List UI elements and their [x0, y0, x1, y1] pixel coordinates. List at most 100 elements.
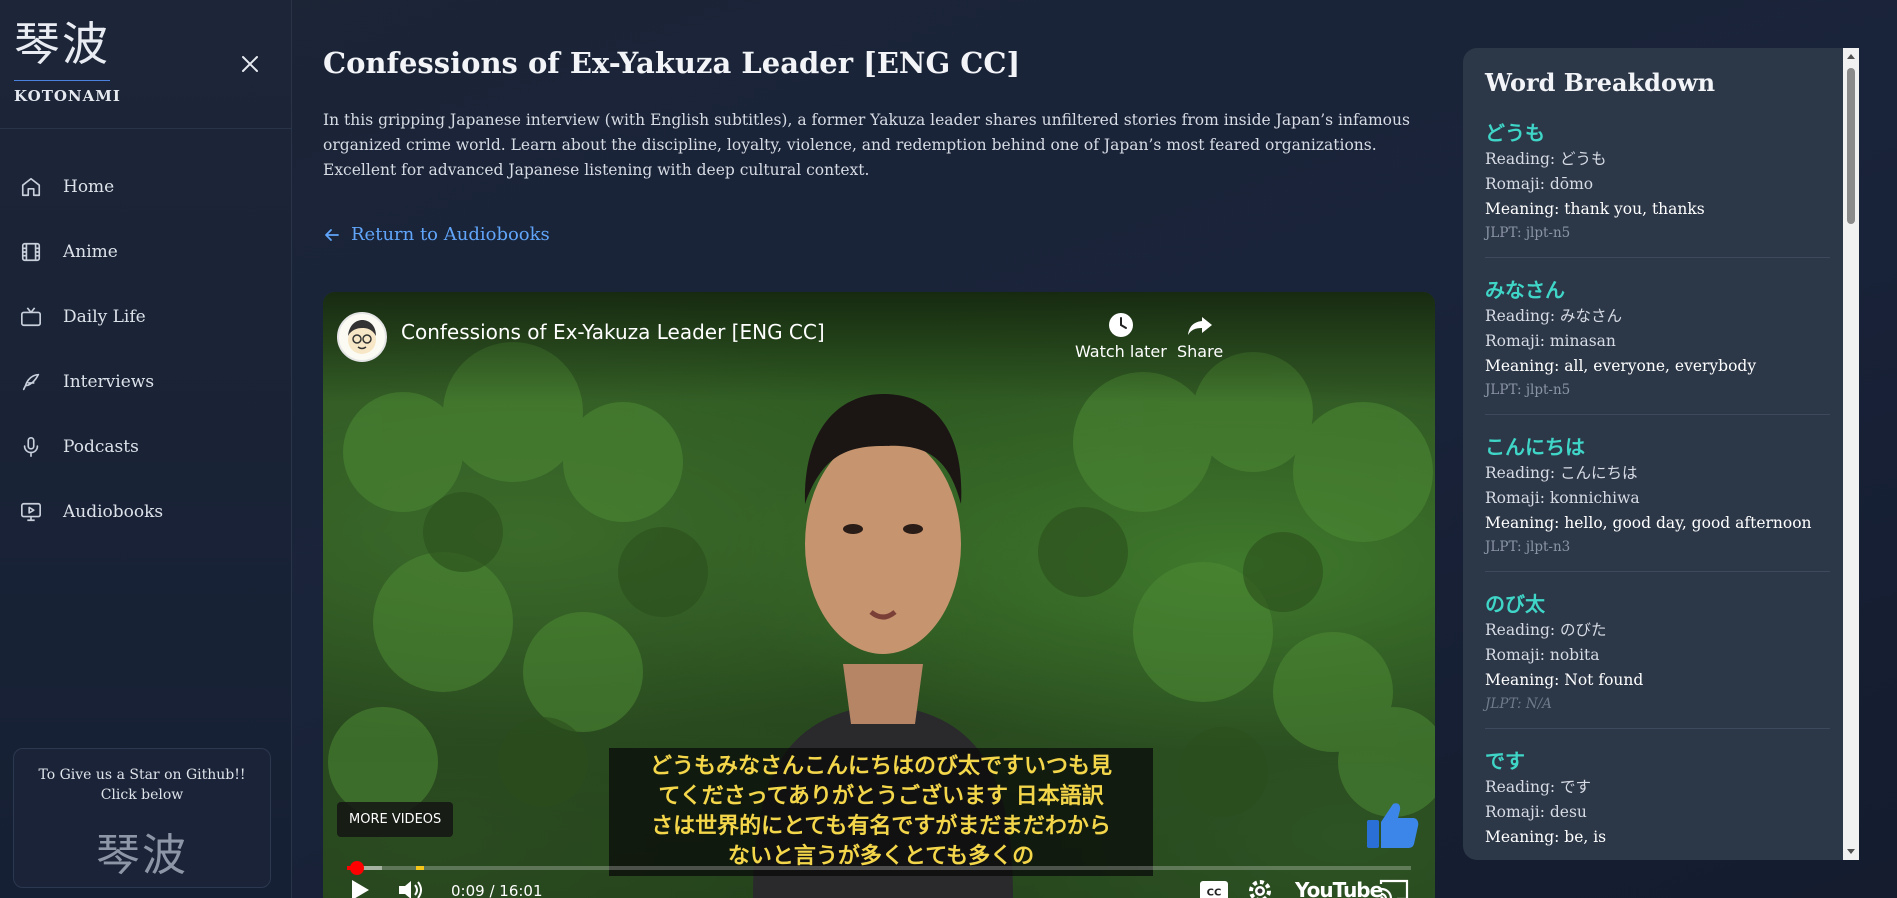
close-icon	[242, 56, 258, 72]
channel-avatar-icon	[348, 320, 376, 354]
settings-button[interactable]	[1247, 878, 1273, 898]
video-title[interactable]: Confessions of Ex-Yakuza Leader [ENG CC]	[401, 320, 825, 344]
svg-text:CC: CC	[1207, 888, 1222, 898]
gear-icon	[1249, 880, 1271, 898]
word-term: どうも	[1485, 121, 1545, 145]
channel-avatar[interactable]	[337, 312, 387, 362]
play-button[interactable]	[349, 878, 371, 898]
word-meaning: Meaning: hello, good day, good afternoon	[1485, 514, 1812, 532]
word-card[interactable]: どうも Reading: どうも Romaji: dōmo Meaning: t…	[1485, 119, 1830, 258]
monitor-play-icon	[18, 499, 44, 525]
star-card-logo[interactable]: 琴波	[14, 819, 270, 883]
word-reading: Reading: みなさん	[1485, 307, 1623, 325]
volume-button[interactable]	[397, 878, 425, 898]
microphone-feather-icon	[18, 369, 44, 395]
sidebar-item-label: Podcasts	[63, 436, 139, 457]
sidebar-item-home[interactable]: Home	[0, 154, 291, 219]
word-jlpt: JLPT: jlpt-n5	[1485, 225, 1571, 241]
page-title: Confessions of Ex-Yakuza Leader [ENG CC]	[323, 46, 1021, 80]
word-card[interactable]: のび太 Reading: のびた Romaji: nobita Meaning:…	[1485, 590, 1830, 729]
video-controls: 0:09 / 16:01 CC YouTube	[323, 876, 1435, 898]
word-meaning: Meaning: Not found	[1485, 671, 1644, 689]
word-reading: Reading: のびた	[1485, 621, 1607, 639]
word-card[interactable]: です Reading: です Romaji: desu Meaning: be,…	[1485, 747, 1830, 860]
brand-underline	[14, 80, 110, 81]
scroll-thumb[interactable]	[1847, 68, 1855, 224]
play-icon	[352, 880, 369, 898]
word-jlpt: JLPT: jlpt-n5	[1485, 382, 1571, 398]
return-link-label: Return to Audiobooks	[351, 224, 550, 245]
panel-scrollbar[interactable]	[1843, 48, 1859, 860]
word-term: みなさん	[1485, 278, 1565, 302]
watch-later-label: Watch later	[1075, 342, 1167, 361]
cast-icon	[1379, 879, 1409, 898]
word-jlpt: JLPT: N/A	[1485, 696, 1552, 712]
share-arrow-icon	[1188, 317, 1213, 335]
youtube-logo[interactable]: YouTube	[1295, 878, 1383, 898]
brand-logo-kanji: 琴波	[14, 17, 110, 71]
cast-button[interactable]	[1379, 878, 1409, 898]
video-top-overlay	[323, 292, 1435, 402]
word-breakdown-panel: Word Breakdown どうも Reading: どうも Romaji: …	[1463, 48, 1859, 860]
sidebar-item-label: Interviews	[63, 371, 155, 392]
progress-scrubber[interactable]	[350, 861, 364, 875]
sidebar-nav: Home Anime Daily Life Interviews Podcast…	[0, 154, 291, 544]
sidebar-item-label: Daily Life	[63, 306, 146, 327]
close-sidebar-button[interactable]	[236, 50, 264, 78]
word-term: こんにちは	[1485, 435, 1585, 459]
video-captions: どうもみなさんこんにちはのび太ですいつも見 てくださってありがとうございます 日…	[609, 748, 1153, 876]
word-jlpt: JLPT: jlpt-n3	[1485, 539, 1571, 555]
scroll-down-icon[interactable]	[1846, 846, 1856, 856]
word-card[interactable]: みなさん Reading: みなさん Romaji: minasan Meani…	[1485, 276, 1830, 415]
arrow-left-icon	[325, 228, 339, 241]
page-description: In this gripping Japanese interview (wit…	[323, 111, 1410, 179]
word-romaji: Romaji: minasan	[1485, 332, 1616, 350]
sidebar-item-label: Anime	[63, 241, 118, 262]
sidebar: 琴波 KOTONAMI Home Anime Daily Life Interv…	[0, 0, 292, 898]
sidebar-divider	[0, 128, 291, 129]
word-reading: Reading: こんにちは	[1485, 464, 1638, 482]
brand-name: KOTONAMI	[14, 87, 121, 105]
thumbs-up-icon	[1367, 803, 1419, 848]
star-card-text-line2: Click below	[100, 787, 184, 803]
scroll-up-icon[interactable]	[1846, 52, 1856, 62]
word-reading: Reading: どうも	[1485, 150, 1607, 168]
caption-line: さは世界的にとても有名ですがまだまだわから	[651, 814, 1111, 839]
caption-line: どうもみなさんこんにちはのび太ですいつも見	[649, 754, 1112, 779]
word-romaji: Romaji: desu	[1485, 803, 1587, 821]
progress-bar[interactable]	[347, 861, 1411, 875]
word-term: です	[1485, 749, 1525, 773]
film-icon	[18, 239, 44, 265]
sidebar-item-audiobooks[interactable]: Audiobooks	[0, 479, 291, 544]
caption-line: てくださってありがとうございます 日本語訳	[658, 784, 1104, 809]
star-card-text-line1: To Give us a Star on Github!!	[38, 767, 246, 783]
word-card[interactable]: こんにちは Reading: こんにちは Romaji: konnichiwa …	[1485, 433, 1830, 572]
panel-title: Word Breakdown	[1485, 68, 1716, 97]
clock-icon	[1108, 313, 1133, 337]
share-button[interactable]: Share	[1177, 308, 1223, 361]
microphone-icon	[18, 434, 44, 460]
sidebar-item-podcasts[interactable]: Podcasts	[0, 414, 291, 479]
sidebar-item-anime[interactable]: Anime	[0, 219, 291, 284]
word-romaji: Romaji: dōmo	[1485, 175, 1594, 193]
video-time: 0:09 / 16:01	[451, 882, 543, 898]
video-player[interactable]: Confessions of Ex-Yakuza Leader [ENG CC]…	[323, 292, 1435, 898]
home-icon	[18, 174, 44, 200]
tv-icon	[18, 304, 44, 330]
sidebar-item-daily-life[interactable]: Daily Life	[0, 284, 291, 349]
github-star-card[interactable]: To Give us a Star on Github!! Click belo…	[13, 748, 271, 888]
more-videos-button[interactable]: MORE VIDEOS	[337, 802, 454, 837]
sidebar-item-label: Home	[63, 176, 115, 197]
cc-icon: CC	[1200, 881, 1228, 898]
sidebar-item-label: Audiobooks	[63, 501, 164, 522]
word-meaning: Meaning: be, is	[1485, 828, 1607, 846]
share-label: Share	[1177, 342, 1224, 361]
word-meaning: Meaning: thank you, thanks	[1485, 200, 1705, 218]
watch-later-button[interactable]: Watch later	[1075, 308, 1167, 361]
brand[interactable]: 琴波 KOTONAMI	[14, 18, 121, 105]
volume-icon	[399, 881, 422, 898]
return-to-audiobooks-link[interactable]: Return to Audiobooks	[323, 224, 550, 245]
captions-button[interactable]: CC	[1199, 880, 1229, 898]
word-romaji: Romaji: nobita	[1485, 646, 1600, 664]
sidebar-item-interviews[interactable]: Interviews	[0, 349, 291, 414]
